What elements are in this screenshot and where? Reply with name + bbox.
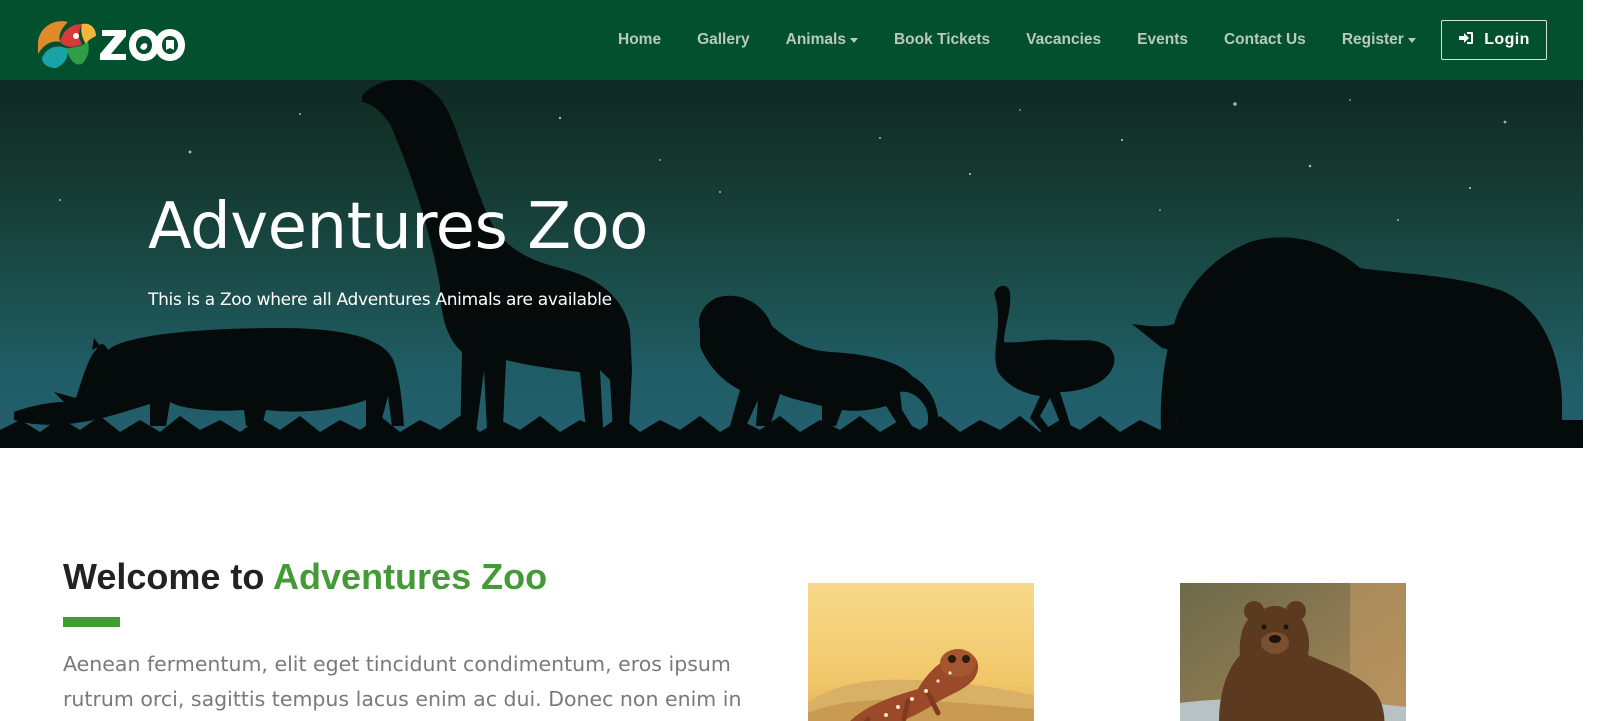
caret-down-icon [849,38,858,43]
logo-wordmark [100,29,185,61]
hero-title: Adventures Zoo [148,190,648,264]
nav-label: Events [1137,31,1188,48]
nav-item-animals[interactable]: Animals [768,31,876,49]
nav-item-gallery[interactable]: Gallery [679,31,768,49]
sign-in-icon [1458,31,1474,50]
gecko-photo [808,583,1034,721]
bear-photo [1180,583,1406,721]
zoo-logo[interactable] [36,14,186,70]
welcome-paragraph: Aenean fermentum, elit eget tincidunt co… [63,652,742,711]
welcome-heading: Welcome to Adventures Zoo [63,556,547,598]
nav-label: Contact Us [1223,31,1306,48]
caret-down-icon [1407,38,1416,43]
nav-label: Gallery [697,31,750,48]
nav-item-contact-us[interactable]: Contact Us [1206,31,1324,49]
nav-label: Home [618,31,662,48]
navbar: Home Gallery Animals Book Tickets Vacanc… [0,0,1583,80]
nav-label: Register [1341,31,1404,48]
nav-item-events[interactable]: Events [1119,31,1206,49]
nav-item-book-tickets[interactable]: Book Tickets [876,31,1008,49]
login-button[interactable]: Login [1441,20,1547,60]
page: Home Gallery Animals Book Tickets Vacanc… [0,0,1583,721]
logo-emblem-icon [38,21,96,68]
welcome-heading-accent: Adventures Zoo [273,556,548,597]
safari-silhouette-illustration [0,80,1583,448]
hero-banner: Adventures Zoo This is a Zoo where all A… [0,80,1583,448]
nav-label: Book Tickets [893,31,991,48]
nav-item-register[interactable]: Register [1324,31,1434,49]
main-nav: Home Gallery Animals Book Tickets Vacanc… [600,0,1434,80]
nav-item-vacancies[interactable]: Vacancies [1008,31,1119,49]
welcome-heading-prefix: Welcome to [63,556,265,597]
nav-label: Vacancies [1026,31,1102,48]
nav-label: Animals [785,31,846,48]
nav-item-home[interactable]: Home [600,31,679,49]
login-label: Login [1484,31,1530,48]
hero-subtitle: This is a Zoo where all Adventures Anima… [148,290,612,310]
heading-underline [63,617,120,627]
